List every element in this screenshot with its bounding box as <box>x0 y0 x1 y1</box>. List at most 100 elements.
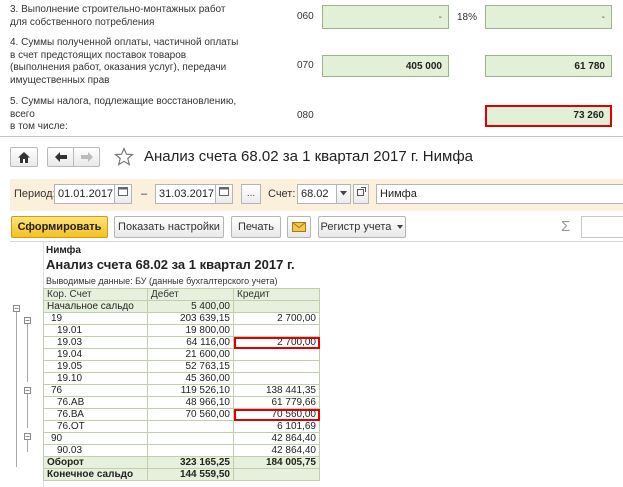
table-row[interactable]: 76.ОТ 6 101,69 <box>43 420 320 433</box>
period-dash: – <box>141 188 148 200</box>
table-row[interactable]: 19.10 45 360,00 <box>43 372 320 385</box>
header-debit: Дебет <box>147 288 234 301</box>
row-account: 19.04 <box>43 348 148 361</box>
row-credit: 6 101,69 <box>233 420 320 433</box>
table-header-row: Кор. Счет Дебет Кредит <box>43 288 320 301</box>
sum-button[interactable]: Σ <box>561 218 570 235</box>
register-label: Регистр учета <box>320 221 392 233</box>
table-row[interactable]: 19.01 19 800,00 <box>43 324 320 337</box>
generate-button[interactable]: Сформировать <box>11 216 108 238</box>
row-debit: 323 165,25 <box>147 456 234 469</box>
envelope-icon <box>292 222 306 232</box>
show-settings-button[interactable]: Показать настройки <box>114 216 224 238</box>
period-label: Период: <box>14 188 56 200</box>
row-credit <box>233 468 320 481</box>
row-account: 19.01 <box>43 324 148 337</box>
account-dropdown-button[interactable] <box>336 184 351 204</box>
row-credit <box>233 348 320 361</box>
row-account: 19.03 <box>43 336 148 349</box>
row-debit <box>147 420 234 433</box>
table-row[interactable]: 19.05 52 763,15 <box>43 360 320 373</box>
date-to-calendar-button[interactable] <box>215 184 233 204</box>
report-top-border <box>10 241 623 242</box>
register-button[interactable]: Регистр учета <box>318 216 406 238</box>
row-account: 76.АВ <box>43 396 148 409</box>
row-debit: 48 966,10 <box>147 396 234 409</box>
row-debit: 5 400,00 <box>147 300 234 313</box>
filter-bar: Период: 01.01.2017 – 31.03.2017 ... Счет… <box>10 179 623 211</box>
row-account: 76.ВА <box>43 408 148 421</box>
row-account: 19 <box>43 312 148 325</box>
collapse-group-19[interactable]: − <box>24 317 31 325</box>
account-open-button[interactable] <box>353 184 369 204</box>
star-icon <box>113 146 135 166</box>
decl-row-060-rate: 18% <box>457 12 478 23</box>
table-row-turnover[interactable]: Оборот 323 165,25 184 005,75 <box>43 456 320 469</box>
arrow-right-icon <box>80 152 93 162</box>
table-row[interactable]: Начальное сальдо 5 400,00 <box>43 300 320 313</box>
table-row[interactable]: 76.АВ 48 966,10 61 779,66 <box>43 396 320 409</box>
collapse-group-90[interactable]: − <box>24 433 31 441</box>
home-button[interactable] <box>10 147 38 167</box>
decl-row-080-label: 5. Суммы налога, подлежащие восстановлен… <box>10 96 237 132</box>
report-table: Кор. Счет Дебет Кредит Начальное сальдо … <box>43 288 320 481</box>
report-organization: Нимфа <box>46 245 81 256</box>
row-credit: 184 005,75 <box>233 456 320 469</box>
row-credit <box>233 360 320 373</box>
date-to-input[interactable]: 31.03.2017 <box>155 184 216 204</box>
window-title: Анализ счета 68.02 за 1 квартал 2017 г. … <box>144 148 474 165</box>
print-button[interactable]: Печать <box>231 216 281 238</box>
decl-row-080-code: 080 <box>297 110 314 121</box>
period-select-button[interactable]: ... <box>241 184 261 204</box>
collapse-group-76[interactable]: − <box>24 387 31 395</box>
decl-row-060-tax-field[interactable]: - <box>485 5 612 29</box>
row-account: 19.10 <box>43 372 148 385</box>
collapse-group-all[interactable]: − <box>13 305 20 313</box>
table-row-closing-balance[interactable]: Конечное сальдо 144 559,50 <box>43 468 320 481</box>
row-debit: 45 360,00 <box>147 372 234 385</box>
decl-row-060-base-field[interactable]: - <box>322 5 449 29</box>
row-credit: 61 779,66 <box>233 396 320 409</box>
tree-line <box>16 312 17 467</box>
back-button[interactable] <box>47 147 74 167</box>
row-credit: 42 864,40 <box>233 432 320 445</box>
table-row[interactable]: 19.04 21 600,00 <box>43 348 320 361</box>
report-parameters: Выводимые данные: БУ (данные бухгалтерск… <box>46 276 278 286</box>
row-credit: 138 441,35 <box>233 384 320 397</box>
calendar-icon <box>118 187 128 196</box>
row-credit <box>233 372 320 385</box>
row-debit: 19 800,00 <box>147 324 234 337</box>
decl-row-070-label: 4. Суммы полученной оплаты, частичной оп… <box>10 37 239 86</box>
row-account: 76 <box>43 384 148 397</box>
favorite-button[interactable] <box>113 146 135 167</box>
row-credit-highlighted: 2 700,00 <box>233 336 320 349</box>
row-account: 90.03 <box>43 444 148 457</box>
decl-row-080-tax-field[interactable]: 73 260 <box>485 105 612 127</box>
row-account: Конечное сальдо <box>43 468 148 481</box>
sum-field[interactable] <box>581 216 623 238</box>
decl-row-070-tax-field[interactable]: 61 780 <box>485 55 612 77</box>
table-row[interactable]: 76 119 526,10 138 441,35 <box>43 384 320 397</box>
table-row[interactable]: 19.03 64 116,00 2 700,00 <box>43 336 320 349</box>
row-debit <box>147 432 234 445</box>
send-email-button[interactable] <box>287 216 311 238</box>
organization-input[interactable]: Нимфа <box>376 184 623 204</box>
decl-row-060-label: 3. Выполнение строительно-монтажных рабо… <box>10 4 226 28</box>
account-input[interactable]: 68.02 <box>297 184 337 204</box>
header-credit: Кредит <box>233 288 320 301</box>
chevron-down-icon <box>397 225 404 230</box>
row-debit: 70 560,00 <box>147 408 234 421</box>
forward-button[interactable] <box>73 147 100 167</box>
row-account: 19.05 <box>43 360 148 373</box>
decl-row-070-base-field[interactable]: 405 000 <box>322 55 449 77</box>
row-debit: 144 559,50 <box>147 468 234 481</box>
table-row[interactable]: 90 42 864,40 <box>43 432 320 445</box>
tree-line <box>27 324 28 382</box>
row-credit: 42 864,40 <box>233 444 320 457</box>
table-row[interactable]: 90.03 42 864,40 <box>43 444 320 457</box>
table-row[interactable]: 19 203 639,15 2 700,00 <box>43 312 320 325</box>
date-from-input[interactable]: 01.01.2017 <box>54 184 115 204</box>
date-from-calendar-button[interactable] <box>114 184 132 204</box>
row-account: 90 <box>43 432 148 445</box>
table-row[interactable]: 76.ВА 70 560,00 70 560,00 <box>43 408 320 421</box>
